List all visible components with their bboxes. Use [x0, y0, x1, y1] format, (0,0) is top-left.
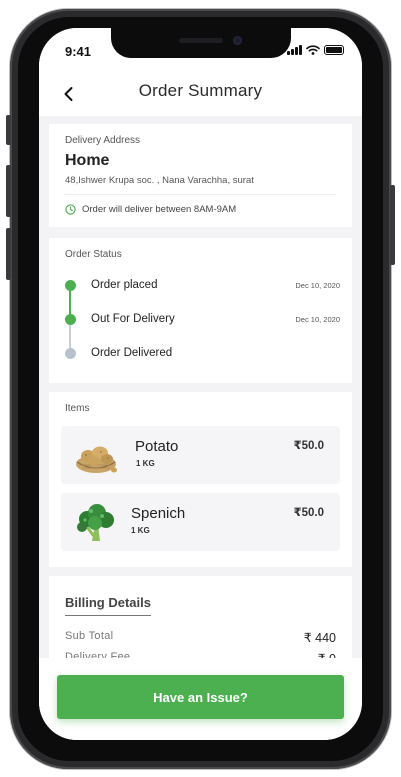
front-camera: [233, 36, 242, 45]
delivery-window: Order will deliver between 8AM-9AM: [65, 204, 336, 215]
delivery-window-text: Order will deliver between 8AM-9AM: [82, 204, 237, 215]
clock-icon: [65, 204, 76, 215]
app-header: Order Summary: [39, 72, 362, 116]
battery-icon: [324, 45, 344, 55]
status-time: 9:41: [65, 44, 92, 59]
status-step-label: Order Delivered: [91, 347, 173, 359]
wifi-icon: [306, 45, 320, 55]
bill-label: Sub Total: [65, 630, 114, 642]
order-status-card: Order Status Order placed Dec 10, 2020 O…: [49, 238, 352, 383]
have-an-issue-button[interactable]: Have an Issue?: [57, 675, 344, 719]
status-step-date: Dec 10, 2020: [295, 315, 340, 324]
app-screen: 9:41 Order Summary Delivery Address Home…: [39, 28, 362, 740]
status-dot-complete: [65, 314, 76, 325]
item-quantity: 1 KG: [131, 526, 150, 535]
list-item[interactable]: Spenich 1 KG ₹50.0: [61, 493, 340, 551]
speaker-grille: [179, 38, 223, 43]
notch: [111, 28, 291, 58]
delivery-address-card: Delivery Address Home 48,Ishwer Krupa so…: [49, 124, 352, 227]
status-step-out-for-delivery: Out For Delivery Dec 10, 2020: [65, 308, 340, 332]
status-step-label: Order placed: [91, 279, 158, 291]
status-step-order-delivered: Order Delivered: [65, 342, 340, 366]
cellular-signal-icon: [287, 45, 302, 55]
delivery-address-label: Delivery Address: [65, 135, 141, 146]
status-icons: [287, 45, 344, 55]
status-dot-pending: [65, 348, 76, 359]
status-step-order-placed: Order placed Dec 10, 2020: [65, 274, 340, 298]
address-line: 48,Ishwer Krupa soc. , Nana Varachha, su…: [65, 175, 336, 195]
bill-row-subtotal: Sub Total ₹ 440: [65, 630, 336, 645]
items-card: Items Potato 1 KG ₹50.0 Spenich 1 KG ₹50…: [49, 392, 352, 567]
billing-title: Billing Details: [65, 595, 151, 616]
order-status-label: Order Status: [65, 249, 122, 260]
item-price: ₹50.0: [293, 440, 324, 452]
bill-value: ₹ 440: [303, 631, 336, 645]
mute-switch: [6, 115, 11, 145]
address-title: Home: [65, 152, 110, 169]
power-button: [390, 185, 395, 265]
page-title: Order Summary: [138, 81, 263, 100]
item-price: ₹50.0: [293, 507, 324, 519]
bottom-action-bar: Have an Issue?: [39, 658, 362, 740]
volume-up-button: [6, 165, 11, 217]
item-name: Potato: [135, 438, 179, 455]
item-quantity: 1 KG: [136, 459, 155, 468]
item-name: Spenich: [131, 505, 186, 522]
potato-basket-image: [76, 446, 117, 473]
status-step-date: Dec 10, 2020: [295, 281, 340, 290]
broccoli-image: [77, 504, 114, 541]
status-dot-complete: [65, 280, 76, 291]
list-item[interactable]: Potato 1 KG ₹50.0: [61, 426, 340, 484]
volume-down-button: [6, 228, 11, 280]
items-label: Items: [65, 403, 90, 414]
status-step-label: Out For Delivery: [91, 313, 175, 325]
